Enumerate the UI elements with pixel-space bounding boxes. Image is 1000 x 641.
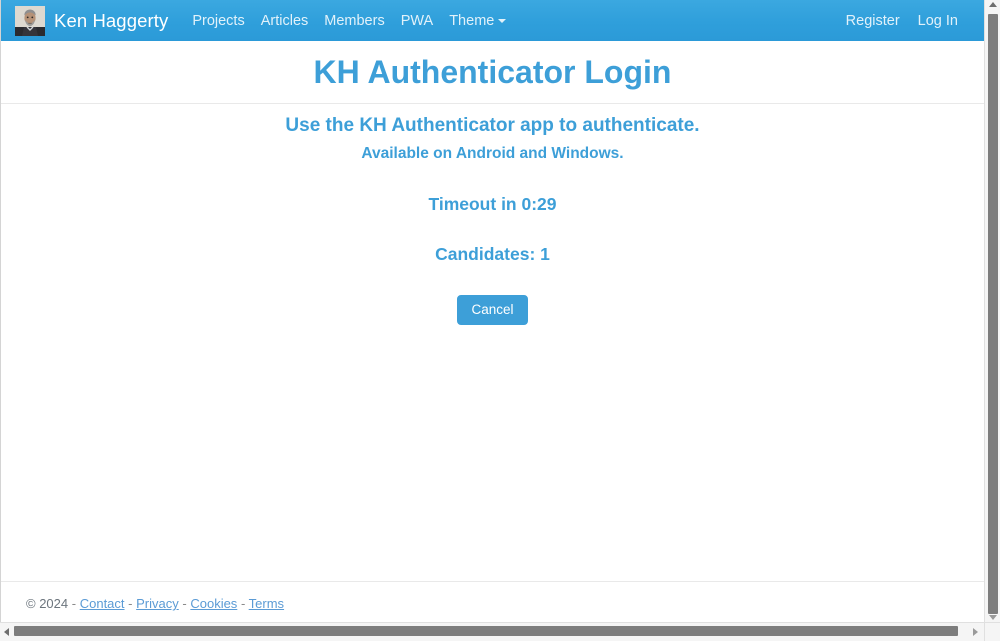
nav-item-theme-label: Theme — [449, 12, 495, 29]
nav-item-members[interactable]: Members — [316, 9, 392, 33]
footer-link-terms[interactable]: Terms — [249, 596, 284, 611]
nav-item-pwa-label: PWA — [400, 12, 434, 29]
page-title: KH Authenticator Login — [313, 54, 672, 90]
browser-viewport: Ken Haggerty Projects Articles Members P… — [0, 0, 1000, 641]
auth-nav: Register Log In — [838, 9, 970, 33]
footer: © 2024 - Contact - Privacy - Cookies - T… — [1, 581, 984, 622]
nav-item-articles-label: Articles — [260, 12, 309, 29]
scroll-up-arrow-icon[interactable] — [989, 2, 997, 7]
main-content: KH Authenticator Login Use the KH Authen… — [1, 41, 984, 326]
nav-item-projects-label: Projects — [192, 12, 245, 29]
page-content: Ken Haggerty Projects Articles Members P… — [0, 0, 984, 622]
register-link[interactable]: Register — [838, 9, 908, 33]
nav-item-theme-dropdown[interactable]: Theme — [441, 9, 514, 33]
navbar: Ken Haggerty Projects Articles Members P… — [1, 0, 984, 41]
footer-link-privacy[interactable]: Privacy — [136, 596, 179, 611]
horizontal-scrollbar[interactable] — [0, 622, 1000, 641]
action-row: Cancel — [16, 284, 969, 326]
avatar — [15, 5, 45, 36]
login-link-label: Log In — [917, 12, 958, 29]
lead-secondary-text: Available on Android and Windows. — [361, 144, 624, 162]
timeout-status: Timeout in 0:29 — [428, 193, 557, 214]
nav-item-articles[interactable]: Articles — [253, 9, 317, 33]
scrollbar-corner — [984, 622, 1000, 641]
footer-separator-4: - — [240, 596, 246, 611]
register-link-label: Register — [845, 12, 900, 29]
lead-primary-text: Use the KH Authenticator app to authenti… — [285, 115, 700, 137]
nav-item-members-label: Members — [324, 12, 385, 29]
nav-item-pwa[interactable]: PWA — [393, 9, 442, 33]
brand-name: Ken Haggerty — [54, 9, 169, 31]
vertical-scrollbar-thumb[interactable] — [988, 14, 998, 614]
scroll-left-arrow-icon[interactable] — [4, 628, 9, 636]
cancel-button[interactable]: Cancel — [457, 294, 528, 326]
footer-separator-3: - — [182, 596, 187, 611]
candidates-status: Candidates: 1 — [435, 244, 550, 265]
brand-link[interactable]: Ken Haggerty — [15, 5, 169, 36]
footer-link-contact[interactable]: Contact — [80, 596, 125, 611]
horizontal-scrollbar-thumb[interactable] — [14, 626, 958, 636]
scroll-right-arrow-icon[interactable] — [973, 628, 978, 636]
primary-nav: Projects Articles Members PWA Theme — [184, 9, 514, 33]
footer-link-cookies[interactable]: Cookies — [190, 596, 237, 611]
scroll-down-arrow-icon[interactable] — [989, 615, 997, 620]
chevron-down-icon — [498, 18, 507, 23]
login-link[interactable]: Log In — [910, 9, 966, 33]
footer-separator-2: - — [128, 596, 133, 611]
nav-item-projects[interactable]: Projects — [184, 9, 252, 33]
vertical-scrollbar[interactable] — [984, 0, 1000, 622]
footer-text: © 2024 - Contact - Privacy - Cookies - T… — [26, 596, 284, 611]
copyright-text: © 2024 — [26, 596, 69, 611]
footer-separator-1: - — [71, 596, 77, 611]
